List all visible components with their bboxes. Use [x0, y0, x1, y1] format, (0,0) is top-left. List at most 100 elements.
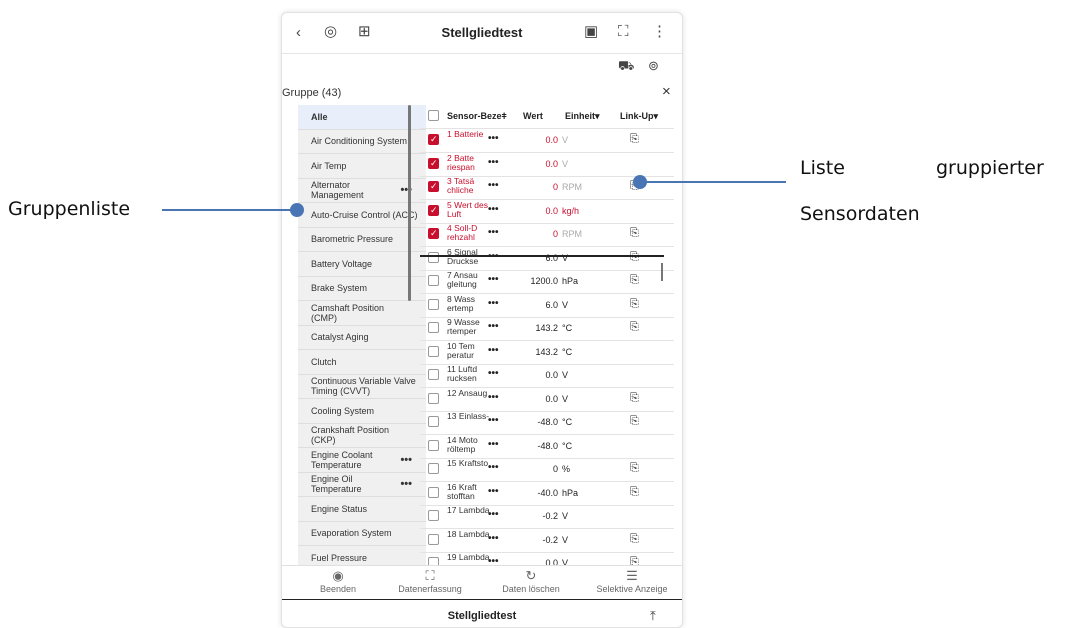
table-row[interactable]: 19 Lambda ••• 0.0 V ⎘ — [420, 552, 674, 565]
more-icon[interactable]: ••• — [488, 321, 499, 332]
more-icon[interactable]: ••• — [488, 415, 499, 426]
calendar-icon[interactable]: ▣ — [584, 23, 598, 41]
clear-data-button[interactable]: ↻ Daten löschen — [488, 568, 574, 594]
group-item[interactable]: Barometric Pressure — [298, 228, 426, 252]
link-up-icon[interactable]: ⎘ — [630, 556, 639, 565]
group-item[interactable]: Engine Coolant Temperature ••• — [298, 448, 426, 473]
row-checkbox[interactable] — [428, 486, 439, 498]
row-checkbox[interactable] — [428, 275, 439, 286]
group-item[interactable]: Clutch — [298, 350, 426, 375]
capture-button[interactable]: ⛶ Datenerfassung — [390, 568, 470, 594]
group-item[interactable]: Evaporation System — [298, 522, 426, 546]
more-icon[interactable]: ••• — [400, 454, 412, 465]
table-row[interactable]: 14 Moto röltemp ••• -48.0 °C — [420, 435, 674, 459]
row-checkbox[interactable] — [428, 181, 439, 192]
link-up-icon[interactable]: ⎘ — [630, 133, 639, 146]
link-up-icon[interactable]: ⎘ — [630, 298, 639, 311]
selective-display-button[interactable]: ☰ Selektive Anzeige — [582, 568, 682, 594]
more-icon[interactable]: ••• — [488, 204, 499, 215]
link-up-icon[interactable]: ⎘ — [630, 462, 639, 475]
table-row[interactable]: 18 Lambda ••• -0.2 V ⎘ — [420, 529, 674, 553]
group-item[interactable]: Camshaft Position (CMP) — [298, 301, 426, 326]
row-checkbox[interactable] — [428, 463, 439, 474]
more-icon[interactable]: ••• — [488, 133, 499, 144]
more-icon[interactable]: ••• — [488, 486, 499, 497]
more-icon[interactable]: ••• — [488, 368, 499, 379]
select-all-checkbox[interactable] — [428, 110, 439, 121]
fullscreen-icon[interactable]: ⛶ — [618, 23, 629, 41]
table-row[interactable]: 9 Wasse rtemper ••• 143.2 °C ⎘ — [420, 317, 674, 341]
link-up-icon[interactable]: ⎘ — [630, 321, 639, 334]
table-row[interactable]: 5 Wert des Luft••• 0.0 kg/h — [420, 200, 674, 224]
group-item[interactable]: Continuous Variable Valve Timing (CVVT) — [298, 375, 426, 399]
table-row[interactable]: 15 Kraftsto ••• 0% ⎘ — [420, 458, 674, 482]
row-checkbox[interactable] — [428, 416, 439, 427]
group-item[interactable]: Alternator Management ••• — [298, 179, 426, 203]
link-up-icon[interactable]: ⎘ — [630, 486, 639, 499]
link-up-icon[interactable]: ⎘ — [630, 227, 639, 240]
more-icon[interactable]: ••• — [488, 157, 499, 168]
more-icon[interactable]: ⋮ — [652, 23, 667, 41]
exit-button[interactable]: ◉ Beenden — [308, 568, 368, 594]
table-row[interactable]: 8 Wass ertemp ••• 6.0 V ⎘ — [420, 294, 674, 318]
row-checkbox[interactable] — [428, 251, 439, 263]
table-row[interactable]: 11 Luftd rucksen ••• 0.0 V — [420, 364, 674, 388]
link-up-icon[interactable]: ⎘ — [630, 392, 639, 405]
link-up-icon[interactable]: ⎘ — [630, 274, 639, 287]
group-item[interactable]: Air Temp — [298, 154, 426, 179]
table-row[interactable]: 10 Tem peratur ••• 143.2 °C — [420, 341, 674, 365]
link-up-icon[interactable]: ⎘ — [630, 533, 639, 546]
group-list-scrollbar[interactable] — [408, 105, 411, 301]
table-row[interactable]: 4 Soll-D rehzahl ••• 0 RPM ⎘ — [420, 223, 674, 247]
group-item[interactable]: Crankshaft Position (CKP) — [298, 424, 426, 448]
row-checkbox[interactable] — [428, 510, 439, 521]
more-icon[interactable]: ••• — [488, 227, 499, 238]
more-icon[interactable]: ••• — [488, 274, 499, 285]
table-scrollbar[interactable] — [661, 263, 663, 281]
table-row[interactable]: 16 Kraft stofftan ••• -40.0 hPa ⎘ — [420, 482, 674, 506]
table-row[interactable]: 1 Batterie ••• 0.0 V ⎘ — [420, 129, 674, 153]
table-row[interactable]: 12 Ansaug ••• 0.0 V ⎘ — [420, 388, 674, 412]
more-icon[interactable]: ••• — [400, 479, 412, 490]
column-header-unit[interactable]: Einheit▾ — [565, 111, 600, 122]
collapse-icon[interactable]: ⤒ — [650, 607, 656, 625]
group-item[interactable]: Cooling System — [298, 399, 426, 424]
table-row[interactable]: 7 Ansau gleitung ••• 1200.0 hPa ⎘ — [420, 270, 674, 294]
group-item[interactable]: Engine Oil Temperature ••• — [298, 473, 426, 497]
column-header-value[interactable]: Wert — [523, 111, 543, 121]
more-icon[interactable]: ••• — [488, 462, 499, 473]
group-item[interactable]: Engine Status — [298, 497, 426, 522]
link-up-icon[interactable]: ⎘ — [630, 251, 639, 264]
group-item[interactable]: Battery Voltage — [298, 252, 426, 277]
car-icon[interactable]: ⛟ — [618, 57, 634, 75]
link-up-icon[interactable]: ⎘ — [630, 415, 639, 428]
table-row[interactable]: 13 Einlass- ••• -48.0 °C ⎘ — [420, 411, 674, 435]
more-icon[interactable]: ••• — [488, 533, 499, 544]
row-checkbox[interactable] — [428, 439, 439, 451]
row-checkbox[interactable] — [428, 204, 439, 216]
row-checkbox[interactable] — [428, 228, 439, 239]
group-item[interactable]: Air Conditioning System — [298, 130, 426, 154]
row-checkbox[interactable] — [428, 369, 439, 380]
close-icon[interactable]: × — [662, 83, 671, 100]
more-icon[interactable]: ••• — [488, 345, 499, 356]
group-item[interactable]: Catalyst Aging — [298, 326, 426, 350]
more-icon[interactable]: ••• — [488, 509, 499, 520]
record-icon[interactable]: ⊚ — [648, 57, 659, 75]
column-header-link[interactable]: Link-Up▾ — [620, 111, 658, 122]
more-icon[interactable]: ••• — [488, 392, 499, 403]
row-checkbox[interactable] — [428, 345, 439, 357]
more-icon[interactable]: ••• — [488, 556, 499, 565]
group-item[interactable]: Alle — [298, 105, 426, 130]
row-checkbox[interactable] — [428, 557, 439, 565]
group-item[interactable]: Brake System — [298, 277, 426, 301]
more-icon[interactable]: ••• — [488, 180, 499, 191]
table-row[interactable]: 6 Signal Druckse•••6.0V⎘ — [420, 247, 674, 271]
row-checkbox[interactable] — [428, 134, 439, 145]
table-row[interactable]: 17 Lambda ••• -0.2 V — [420, 505, 674, 529]
row-checkbox[interactable] — [428, 322, 439, 333]
column-header-name[interactable]: Sensor-Bezeǂ — [447, 111, 507, 121]
row-checkbox[interactable] — [428, 533, 439, 545]
table-row[interactable]: 2 Batte riespan ••• 0.0 V — [420, 153, 674, 177]
group-item[interactable]: Fuel Pressure — [298, 546, 426, 565]
